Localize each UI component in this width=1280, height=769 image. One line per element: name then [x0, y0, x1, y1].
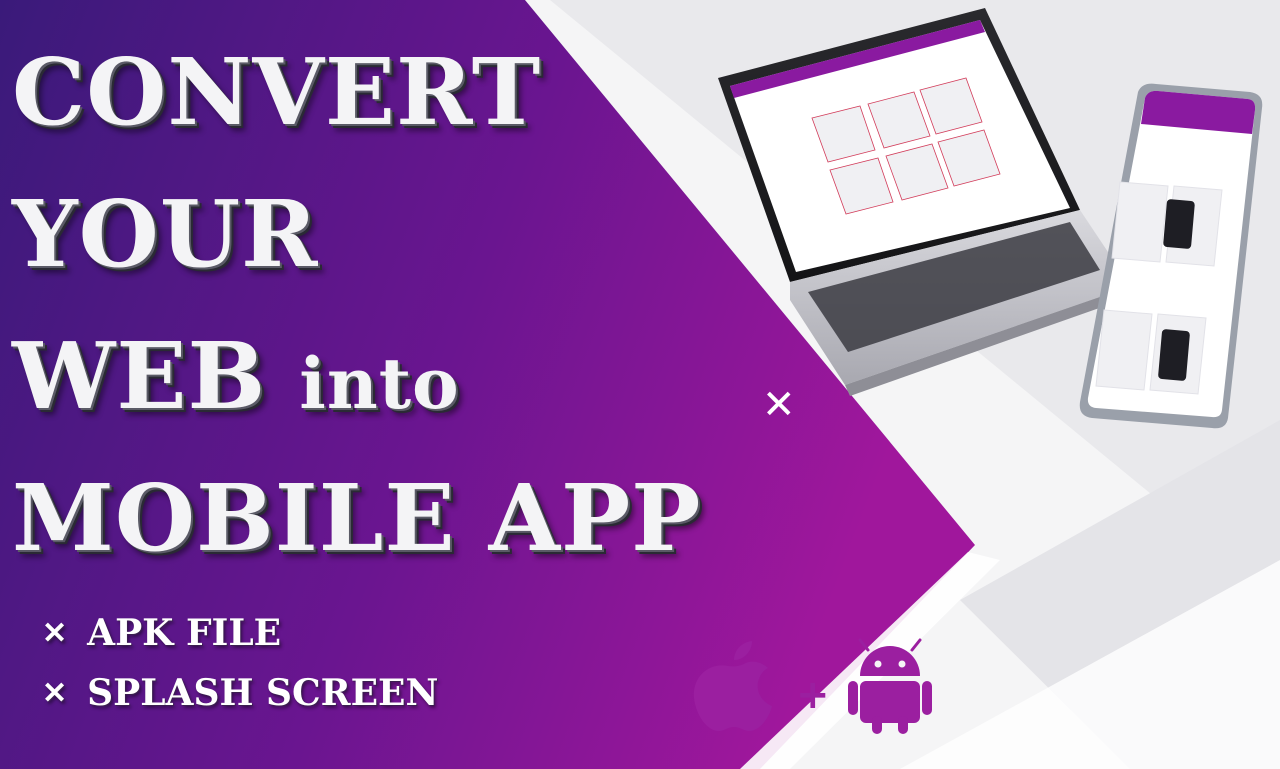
headline-your: YOUR: [12, 180, 319, 288]
feature-splash-screen: ✕ SPLASH SCREEN: [42, 672, 438, 714]
feature-apk-file: ✕ APK FILE: [42, 612, 281, 654]
sparkle-icon: ✕: [762, 382, 796, 428]
sparkle-icon: ✕: [42, 615, 68, 651]
feature-label: SPLASH SCREEN: [87, 672, 439, 714]
headline-into: into: [299, 342, 460, 425]
apple-icon: [693, 641, 772, 732]
headline-web: WEB: [12, 322, 267, 430]
headline-convert: CONVERT: [12, 38, 542, 146]
android-icon: [848, 638, 932, 734]
headline-web-into: WEB into: [12, 330, 460, 422]
feature-label: APK FILE: [87, 612, 282, 654]
plus-separator: +: [796, 672, 830, 718]
sparkle-icon: ✕: [42, 675, 68, 711]
headline-mobile-app: MOBILE APP: [12, 464, 702, 572]
